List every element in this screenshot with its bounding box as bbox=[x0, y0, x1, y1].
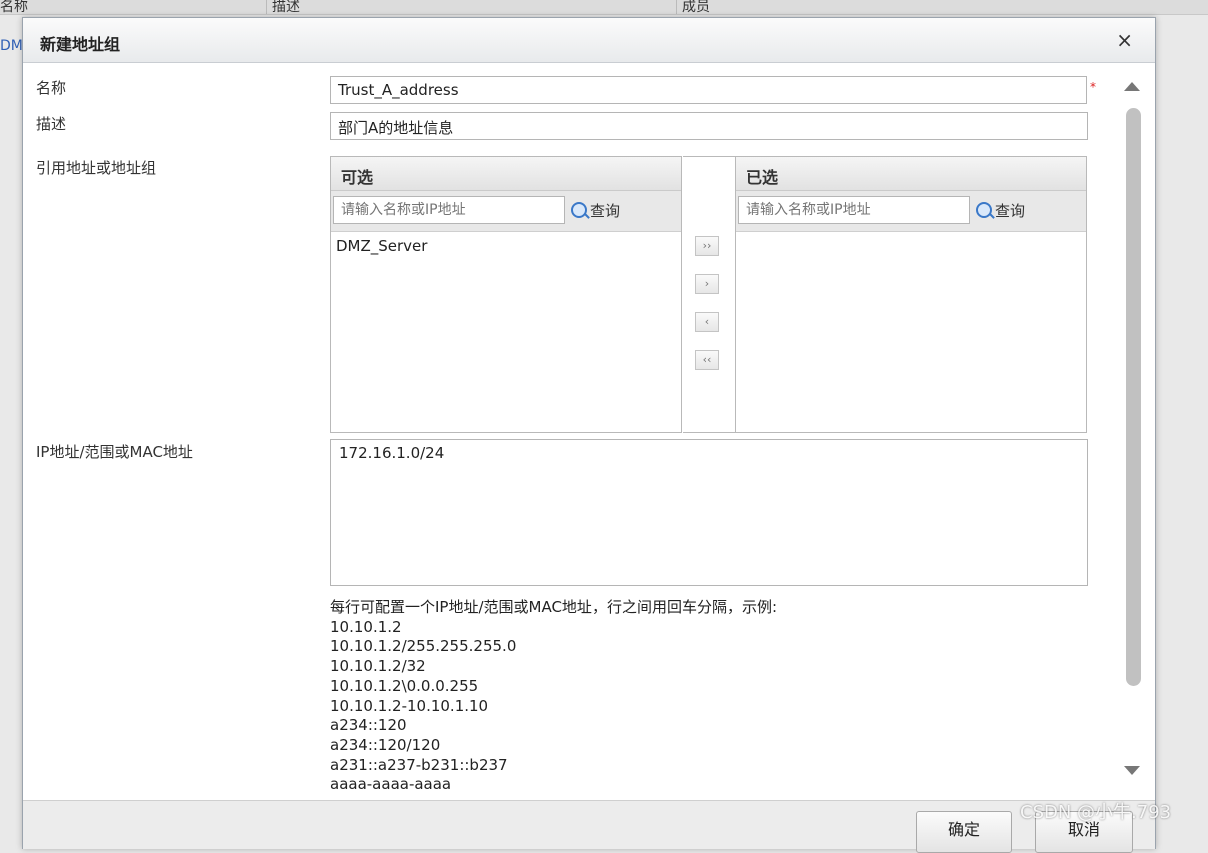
available-search-input[interactable] bbox=[333, 196, 565, 224]
available-header: 可选 bbox=[331, 157, 681, 191]
help-example: 10.10.1.2\0.0.0.255 bbox=[330, 676, 479, 695]
name-input[interactable]: Trust_A_address bbox=[330, 76, 1087, 104]
selected-header: 已选 bbox=[736, 157, 1086, 191]
search-icon bbox=[571, 202, 587, 218]
remove-button[interactable]: ‹ bbox=[695, 312, 719, 332]
remove-all-button[interactable]: ‹‹ bbox=[695, 350, 719, 370]
search-button-label: 查询 bbox=[590, 202, 621, 220]
search-icon bbox=[976, 202, 992, 218]
close-icon[interactable]: × bbox=[1116, 28, 1133, 52]
name-label: 名称 bbox=[36, 79, 67, 97]
column-desc-header[interactable]: 描述 bbox=[272, 0, 300, 16]
ok-button[interactable]: 确定 bbox=[916, 811, 1012, 853]
scroll-down-icon[interactable] bbox=[1124, 766, 1140, 775]
selected-search-button[interactable]: 查询 bbox=[976, 200, 1025, 221]
help-intro: 每行可配置一个IP地址/范围或MAC地址，行之间用回车分隔，示例: bbox=[330, 598, 777, 616]
description-label: 描述 bbox=[36, 115, 67, 133]
transfer-buttons: ›› › ‹ ‹‹ bbox=[683, 156, 735, 433]
help-example: 10.10.1.2 bbox=[330, 617, 402, 636]
list-item[interactable]: DMZ_Server bbox=[331, 232, 681, 260]
description-input[interactable]: 部门A的地址信息 bbox=[330, 112, 1088, 140]
help-example: 10.10.1.2-10.10.1.10 bbox=[330, 696, 489, 715]
selected-search-bar: 查询 bbox=[736, 191, 1086, 232]
help-text: 每行可配置一个IP地址/范围或MAC地址，行之间用回车分隔，示例: 10.10.… bbox=[330, 598, 777, 795]
selected-panel: 已选 查询 bbox=[735, 156, 1087, 433]
background-table-header: 名称 描述 成员 bbox=[0, 0, 1208, 15]
column-divider bbox=[676, 0, 677, 14]
ip-label: IP地址/范围或MAC地址 bbox=[36, 443, 193, 461]
dialog-titlebar[interactable]: 新建地址组 × bbox=[23, 18, 1155, 63]
add-all-button[interactable]: ›› bbox=[695, 236, 719, 256]
help-example: 10.10.1.2/255.255.255.0 bbox=[330, 637, 517, 656]
background-row-link[interactable]: DM bbox=[0, 38, 23, 54]
column-members-header[interactable]: 成员 bbox=[682, 0, 710, 16]
help-example: a234::120 bbox=[330, 716, 407, 735]
dialog-title: 新建地址组 bbox=[40, 35, 121, 54]
scrollbar-thumb[interactable] bbox=[1126, 108, 1141, 686]
available-panel: 可选 查询 DMZ_Server bbox=[330, 156, 682, 433]
dialog-footer: 确定 取消 bbox=[23, 800, 1155, 853]
watermark: CSDN @小牛.793 bbox=[1020, 802, 1172, 823]
help-example: aaaa-aaaa-aaaa bbox=[330, 775, 452, 794]
help-example: a234::120/120 bbox=[330, 735, 441, 754]
search-button-label: 查询 bbox=[995, 202, 1026, 220]
help-example: a231::a237-b231::b237 bbox=[330, 755, 508, 774]
selected-search-input[interactable] bbox=[738, 196, 970, 224]
available-search-button[interactable]: 查询 bbox=[571, 200, 620, 221]
ip-textarea[interactable]: 172.16.1.0/24 bbox=[330, 439, 1088, 586]
add-button[interactable]: › bbox=[695, 274, 719, 294]
available-search-bar: 查询 bbox=[331, 191, 681, 232]
required-marker: * bbox=[1090, 80, 1096, 94]
help-example: 10.10.1.2/32 bbox=[330, 657, 426, 676]
column-divider bbox=[266, 0, 267, 14]
column-name-header[interactable]: 名称 bbox=[0, 0, 28, 16]
reference-label: 引用地址或地址组 bbox=[36, 159, 157, 177]
new-address-group-dialog: 新建地址组 × 名称 Trust_A_address * 描述 部门A的地址信息… bbox=[22, 17, 1156, 853]
scroll-up-icon[interactable] bbox=[1124, 82, 1140, 91]
